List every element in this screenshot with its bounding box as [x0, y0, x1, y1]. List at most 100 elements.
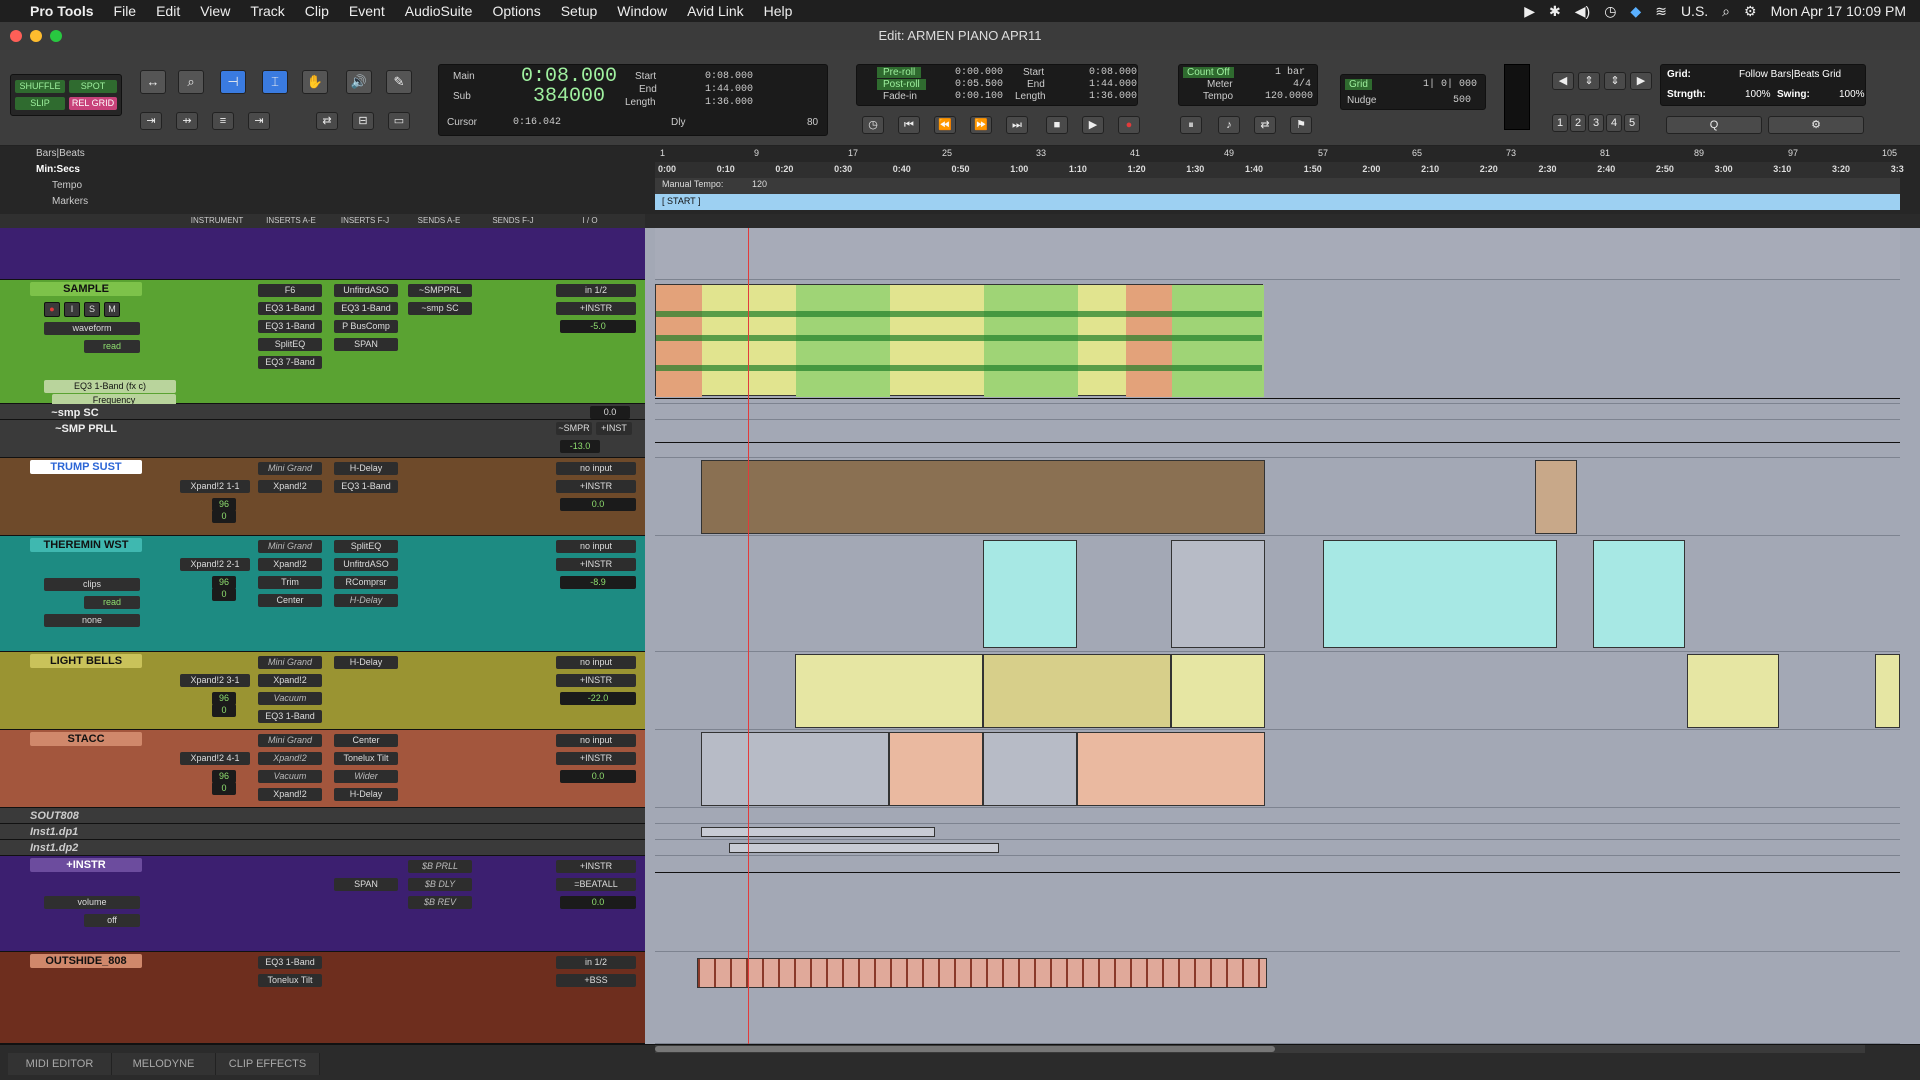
insert-g[interactable]: EQ3 1-Band: [334, 480, 398, 493]
lane-sample[interactable]: [655, 280, 1900, 404]
scrollbar-thumb[interactable]: [655, 1046, 1275, 1052]
send-a[interactable]: $B PRLL: [408, 860, 472, 873]
midi-clip[interactable]: [701, 460, 1265, 534]
control-center-icon[interactable]: ⚙: [1744, 3, 1757, 20]
instrument-selector[interactable]: Xpand!2 1-1: [180, 480, 250, 493]
tempo-ruler-strip[interactable]: [655, 178, 1900, 194]
input-selector[interactable]: in 1/2: [556, 956, 636, 969]
insert-b[interactable]: EQ3 1-Band: [258, 302, 322, 315]
input-source[interactable]: U.S.: [1681, 3, 1708, 19]
insert-f[interactable]: SplitEQ: [334, 540, 398, 553]
automation-mode[interactable]: read: [84, 340, 140, 353]
meter-value[interactable]: 4/4: [1293, 79, 1311, 90]
column-inserts-ae[interactable]: INSERTS A-E: [254, 214, 328, 228]
zoom-preset-1[interactable]: 1: [1552, 114, 1568, 132]
track-name[interactable]: TRUMP SUST: [30, 460, 142, 474]
zoom-preset-5[interactable]: 5: [1624, 114, 1640, 132]
volume-value[interactable]: -13.0: [560, 440, 600, 453]
quantize-button[interactable]: Q: [1666, 116, 1762, 134]
play-status-icon[interactable]: ▶: [1524, 3, 1535, 20]
volume-value[interactable]: -22.0: [560, 692, 636, 705]
tab-midi-editor[interactable]: MIDI EDITOR: [8, 1053, 112, 1075]
insert-c[interactable]: EQ3 1-Band: [258, 320, 322, 333]
insert-a[interactable]: Mini Grand: [258, 462, 322, 475]
lane-outshide-808[interactable]: [655, 952, 1900, 1044]
track-name[interactable]: SAMPLE: [30, 282, 142, 296]
search-icon[interactable]: ⌕: [1722, 3, 1730, 20]
insert-f[interactable]: UnfitrdASO: [334, 284, 398, 297]
scrubber-tool-icon[interactable]: 🔊: [346, 70, 372, 94]
solo-button[interactable]: S: [84, 302, 100, 317]
insert-i[interactable]: H-Delay: [334, 788, 398, 801]
track-name[interactable]: LIGHT BELLS: [30, 654, 142, 668]
insert-b[interactable]: Xpand!2: [258, 752, 322, 765]
insert-e[interactable]: EQ3 7-Band: [258, 356, 322, 369]
nudge-value[interactable]: 500: [1453, 95, 1471, 106]
lane-theremin-wst[interactable]: [655, 536, 1900, 652]
app-menu[interactable]: Pro Tools: [20, 3, 104, 19]
scroll-icon[interactable]: ▭: [388, 112, 410, 130]
tempo-value[interactable]: 120.0000: [1265, 91, 1313, 102]
volume-value[interactable]: 0.0: [560, 498, 636, 511]
quantize-grid-value[interactable]: Follow Bars|Beats Grid: [1739, 69, 1841, 80]
link-timeline-icon[interactable]: ⇸: [176, 112, 198, 130]
column-instrument[interactable]: INSTRUMENT: [180, 214, 254, 228]
track-name[interactable]: ~smp SC: [30, 406, 120, 420]
menu-view[interactable]: View: [190, 3, 240, 19]
instrument-selector[interactable]: Xpand!2 3-1: [180, 674, 250, 687]
trim-tool-icon[interactable]: ⊣: [220, 70, 246, 94]
transport-end-value[interactable]: 1:44.000: [1089, 79, 1137, 90]
mute-button[interactable]: M: [104, 302, 120, 317]
volume-icon[interactable]: ◀): [1575, 3, 1590, 20]
output-selector[interactable]: +INSTR: [556, 752, 636, 765]
bluetooth-icon[interactable]: ✱: [1549, 3, 1561, 20]
sub-counter-value[interactable]: 384000: [533, 85, 605, 108]
zoom-in-icon[interactable]: ▶: [1630, 72, 1652, 90]
volume-value[interactable]: 0.0: [590, 406, 630, 419]
fadein-value[interactable]: 0:00.100: [955, 91, 1003, 102]
tab-clip-effects[interactable]: CLIP EFFECTS: [216, 1053, 320, 1075]
audio-clip[interactable]: [729, 843, 999, 853]
preroll-value[interactable]: 0:00.000: [955, 67, 1003, 78]
strength-value[interactable]: 100%: [1745, 89, 1771, 100]
grid-label[interactable]: Grid: [1345, 79, 1372, 90]
start-value[interactable]: 0:08.000: [705, 71, 753, 82]
menu-avid-link[interactable]: Avid Link: [677, 3, 754, 19]
insert-c[interactable]: Vacuum: [258, 692, 322, 705]
track-name[interactable]: +INSTR: [30, 858, 142, 872]
column-sends-fj[interactable]: SENDS F-J: [476, 214, 550, 228]
preroll-label[interactable]: Pre-roll: [877, 67, 922, 78]
length-value[interactable]: 1:36.000: [705, 97, 753, 108]
midi-clip[interactable]: [1875, 654, 1900, 728]
insertion-follows-icon[interactable]: ⇥: [248, 112, 270, 130]
midi-clip[interactable]: [983, 540, 1077, 648]
insert-g[interactable]: SPAN: [334, 878, 398, 891]
playhead-cursor[interactable]: [748, 228, 749, 1044]
end-value[interactable]: 1:44.000: [705, 84, 753, 95]
audio-clip[interactable]: [655, 284, 1264, 397]
shuffle-mode-button[interactable]: SHUFFLE: [15, 80, 65, 93]
column-inserts-fj[interactable]: INSERTS F-J: [328, 214, 402, 228]
rewind-icon[interactable]: ⏪: [934, 116, 956, 134]
insert-i[interactable]: H-Delay: [334, 594, 398, 607]
insert-d[interactable]: SplitEQ: [258, 338, 322, 351]
insert-b[interactable]: Xpand!2: [258, 558, 322, 571]
insert-c[interactable]: Vacuum: [258, 770, 322, 783]
lane-smp-prll[interactable]: [655, 420, 1900, 458]
conductor-icon[interactable]: ⚑: [1290, 116, 1312, 134]
fast-forward-icon[interactable]: ⏩: [970, 116, 992, 134]
midi-clip[interactable]: [1323, 540, 1557, 648]
menu-window[interactable]: Window: [607, 3, 677, 19]
menu-file[interactable]: File: [104, 3, 147, 19]
midi-pan[interactable]: 0: [212, 782, 236, 795]
insert-b[interactable]: Tonelux Tilt: [258, 974, 322, 987]
send-c[interactable]: $B REV: [408, 896, 472, 909]
insert-b[interactable]: Xpand!2: [258, 480, 322, 493]
midi-clip[interactable]: [1171, 654, 1265, 728]
insert-a[interactable]: Mini Grand: [258, 656, 322, 669]
record-icon[interactable]: ●: [1118, 116, 1140, 134]
track-view-selector[interactable]: volume: [44, 896, 140, 909]
track-name[interactable]: SOUT808: [30, 809, 110, 823]
output-selector[interactable]: +INST: [596, 422, 632, 435]
lane-trump-sust[interactable]: [655, 458, 1900, 536]
